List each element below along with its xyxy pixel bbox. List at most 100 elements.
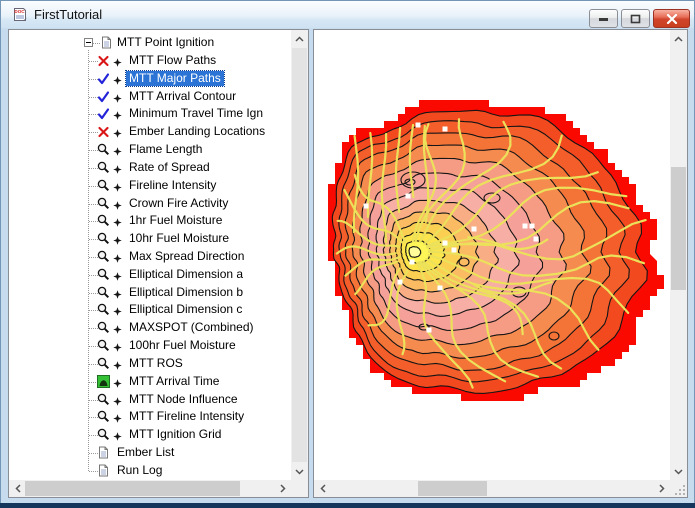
chevron-left-icon xyxy=(15,484,21,493)
tree-item-max-spread-direction[interactable]: Max Spread Direction xyxy=(9,248,291,266)
tree-item-crown-fire-activity[interactable]: Crown Fire Activity xyxy=(9,195,291,213)
tree-item-label: MAXSPOT (Combined) xyxy=(126,320,256,335)
tree-item-label: MTT Fireline Intensity xyxy=(126,409,247,424)
diamond-icon xyxy=(113,111,122,120)
tree-item-1hr-fuel-moisture[interactable]: 1hr Fuel Moisture xyxy=(9,212,291,230)
node-dot xyxy=(534,237,539,242)
tree-item-label: 100hr Fuel Moisture xyxy=(126,338,239,353)
tree-vscroll-thumb[interactable] xyxy=(292,48,307,462)
tree-item-elliptical-dimension-c[interactable]: Elliptical Dimension c xyxy=(9,301,291,319)
tree-item-minimum-travel-time-ign[interactable]: Minimum Travel Time Ign xyxy=(9,105,291,123)
diamond-icon xyxy=(113,76,122,85)
map-vscroll-thumb[interactable] xyxy=(671,167,686,290)
diamond-icon xyxy=(113,397,122,406)
document-app-icon: DOC xyxy=(12,7,28,23)
close-button[interactable] xyxy=(653,9,690,28)
map-scroll-right-button[interactable] xyxy=(653,480,670,497)
magnifier-icon xyxy=(97,214,110,227)
diamond-icon xyxy=(113,379,122,388)
green-raster-icon xyxy=(97,375,110,388)
tree-scroll-up-button[interactable] xyxy=(291,30,308,47)
tree-hscrollbar[interactable] xyxy=(9,480,291,497)
tree-item-label: 10hr Fuel Moisture xyxy=(126,231,232,246)
document-icon xyxy=(97,464,110,477)
tree-item-fireline-intensity[interactable]: Fireline Intensity xyxy=(9,177,291,195)
tree-scroll-left-button[interactable] xyxy=(9,480,26,497)
tree-item-label: MTT Ignition Grid xyxy=(126,427,224,442)
tree-item-label: Minimum Travel Time Ign xyxy=(126,106,266,121)
diamond-icon xyxy=(113,307,122,316)
magnifier-icon xyxy=(97,286,110,299)
map-scroll-up-button[interactable] xyxy=(670,30,687,47)
diamond-icon xyxy=(113,414,122,423)
magnifier-icon xyxy=(97,143,110,156)
tree-item-mtt-node-influence[interactable]: MTT Node Influence xyxy=(9,391,291,409)
maximize-button[interactable] xyxy=(621,9,650,28)
map-panel xyxy=(313,29,688,498)
tree-item-label: MTT Arrival Time xyxy=(126,374,222,389)
chevron-right-icon xyxy=(659,484,665,493)
tree-item-mtt-arrival-time[interactable]: MTT Arrival Time xyxy=(9,373,291,391)
magnifier-icon xyxy=(97,410,110,423)
collapse-toggle-icon[interactable] xyxy=(84,38,93,47)
diamond-icon xyxy=(113,272,122,281)
resize-grip[interactable] xyxy=(673,483,685,495)
tree-item-flame-length[interactable]: Flame Length xyxy=(9,141,291,159)
magnifier-icon xyxy=(97,339,110,352)
red-x-icon xyxy=(97,125,110,138)
close-icon xyxy=(666,14,678,24)
diamond-icon xyxy=(113,236,122,245)
diamond-icon xyxy=(113,183,122,192)
tree-vscrollbar[interactable] xyxy=(291,30,308,480)
tree-scroll-right-button[interactable] xyxy=(274,480,291,497)
tree-item-mtt-fireline-intensity[interactable]: MTT Fireline Intensity xyxy=(9,408,291,426)
node-dot xyxy=(438,286,443,291)
chevron-up-icon xyxy=(295,36,304,42)
window-bottom-edge xyxy=(0,503,695,508)
tree-item-maxspot-combined[interactable]: MAXSPOT (Combined) xyxy=(9,319,291,337)
minimize-button[interactable] xyxy=(589,9,618,28)
tree-item-elliptical-dimension-a[interactable]: Elliptical Dimension a xyxy=(9,266,291,284)
tree-item-ember-list[interactable]: Ember List xyxy=(9,444,291,462)
chevron-down-icon xyxy=(295,469,304,475)
chevron-right-icon xyxy=(280,484,286,493)
tree-item-mtt-arrival-contour[interactable]: MTT Arrival Contour xyxy=(9,88,291,106)
map-hscroll-thumb[interactable] xyxy=(418,481,487,496)
tree-scroll-down-button[interactable] xyxy=(291,463,308,480)
node-dot xyxy=(410,260,415,265)
tree-item-mtt-ignition-grid[interactable]: MTT Ignition Grid xyxy=(9,426,291,444)
map-vscrollbar[interactable] xyxy=(670,30,687,480)
tree-item-run-log[interactable]: Run Log xyxy=(9,462,291,480)
tree-item-elliptical-dimension-b[interactable]: Elliptical Dimension b xyxy=(9,284,291,302)
map-scroll-down-button[interactable] xyxy=(670,463,687,480)
map-viewport[interactable] xyxy=(314,30,670,480)
map-hscrollbar[interactable] xyxy=(314,480,670,497)
chevron-down-icon xyxy=(674,469,683,475)
tree-item-rate-of-spread[interactable]: Rate of Spread xyxy=(9,159,291,177)
tree-item-label: Max Spread Direction xyxy=(126,249,247,264)
fire-map[interactable] xyxy=(314,30,670,480)
svg-text:DOC: DOC xyxy=(14,9,25,14)
tree-hscroll-thumb[interactable] xyxy=(25,481,240,496)
tree-item-mtt-flow-paths[interactable]: MTT Flow Paths xyxy=(9,52,291,70)
blue-check-icon xyxy=(97,72,110,85)
magnifier-icon xyxy=(97,428,110,441)
tree-item-100hr-fuel-moisture[interactable]: 100hr Fuel Moisture xyxy=(9,337,291,355)
tree-item-label: Elliptical Dimension b xyxy=(126,285,246,300)
maximize-icon xyxy=(630,14,641,24)
node-dot xyxy=(530,224,535,229)
magnifier-icon xyxy=(97,197,110,210)
tree-item-label: Run Log xyxy=(114,463,165,478)
diamond-icon xyxy=(113,290,122,299)
tree-item-mtt-major-paths[interactable]: MTT Major Paths xyxy=(9,70,291,88)
title-bar[interactable]: DOC FirstTutorial xyxy=(1,1,694,28)
magnifier-icon xyxy=(97,303,110,316)
node-dot xyxy=(443,241,448,246)
tree-item-mtt-ros[interactable]: MTT ROS xyxy=(9,355,291,373)
tree-item-root[interactable]: MTT Point Ignition xyxy=(9,34,291,52)
tree-item-ember-landing-locations[interactable]: Ember Landing Locations xyxy=(9,123,291,141)
node-dot xyxy=(398,280,403,285)
map-scroll-left-button[interactable] xyxy=(314,480,331,497)
tree-item-10hr-fuel-moisture[interactable]: 10hr Fuel Moisture xyxy=(9,230,291,248)
chevron-left-icon xyxy=(320,484,326,493)
